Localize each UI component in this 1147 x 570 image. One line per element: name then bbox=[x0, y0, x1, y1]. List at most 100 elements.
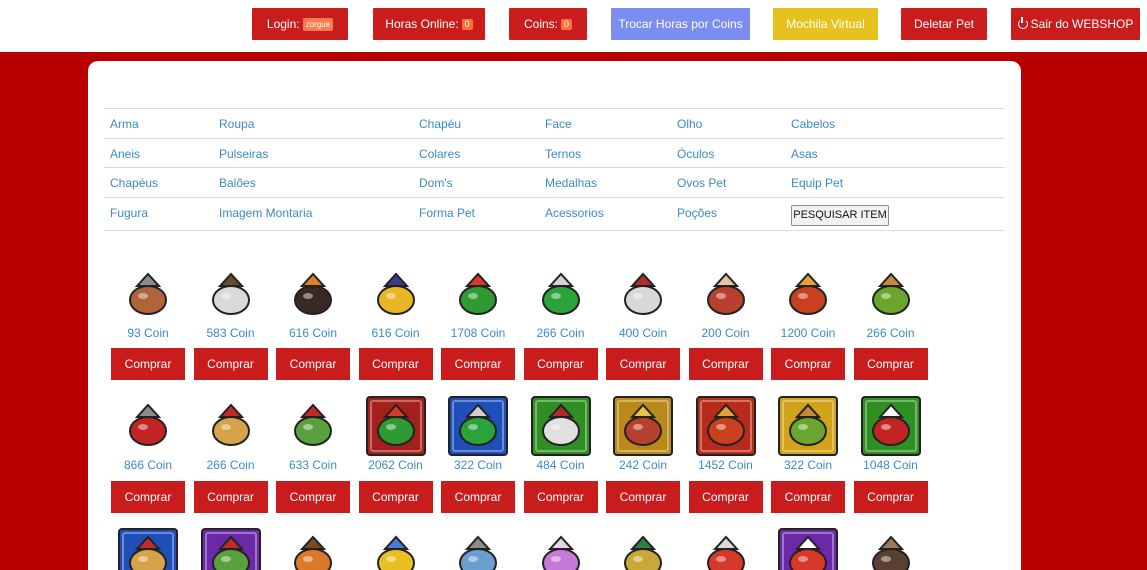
drum-framed-icon[interactable] bbox=[117, 527, 179, 570]
green-tv-icon[interactable] bbox=[282, 395, 344, 457]
pipe-icon[interactable] bbox=[695, 264, 757, 326]
item-price: 242 Coin bbox=[618, 458, 668, 472]
category-link[interactable]: Poções bbox=[677, 206, 717, 220]
bow-icon[interactable] bbox=[200, 264, 262, 326]
virtual-backpack-button[interactable]: Mochila Virtual bbox=[773, 8, 878, 40]
category-link[interactable]: Balões bbox=[219, 176, 256, 190]
category-link[interactable]: Dom's bbox=[419, 176, 453, 190]
category-link[interactable]: Equip Pet bbox=[791, 176, 843, 190]
shuriken-icon[interactable] bbox=[612, 264, 674, 326]
buy-button[interactable]: Comprar bbox=[193, 348, 268, 380]
item-price: 583 Coin bbox=[206, 326, 255, 340]
crystal-shard-icon[interactable] bbox=[530, 527, 592, 570]
sock-framed-icon[interactable] bbox=[447, 395, 509, 457]
category-link[interactable]: Roupa bbox=[219, 117, 254, 131]
category-link[interactable]: Imagem Montaria bbox=[219, 206, 312, 220]
fruit-basket-framed-icon[interactable] bbox=[695, 395, 757, 457]
golden-gun-icon[interactable] bbox=[365, 264, 427, 326]
category-link[interactable]: Fugura bbox=[110, 206, 148, 220]
category-link[interactable]: Colares bbox=[419, 147, 460, 161]
green-sock-icon[interactable] bbox=[530, 264, 592, 326]
buy-button[interactable]: Comprar bbox=[771, 348, 845, 380]
category-table: Arma Roupa Chapéu Face Olho Cabelos Aneis Pulse… bbox=[104, 108, 1005, 231]
category-link[interactable]: Arma bbox=[110, 117, 139, 131]
power-icon bbox=[1017, 17, 1028, 29]
hammer-axe-icon[interactable] bbox=[117, 264, 179, 326]
buy-button[interactable]: Comprar bbox=[358, 481, 433, 513]
category-row: Arma Roupa Chapéu Face Olho Cabelos bbox=[104, 108, 1005, 138]
buy-button[interactable]: Comprar bbox=[276, 348, 350, 380]
buy-button[interactable]: Comprar bbox=[853, 481, 928, 513]
item-price: 1200 Coin bbox=[780, 326, 836, 340]
golden-spear-icon[interactable] bbox=[612, 527, 674, 570]
virtual-backpack-label: Mochila Virtual bbox=[786, 17, 865, 31]
pipe-framed-icon[interactable] bbox=[612, 395, 674, 457]
buy-button[interactable]: Comprar bbox=[853, 348, 928, 380]
item-price: 1452 Coin bbox=[698, 458, 753, 472]
red-car-framed-icon[interactable] bbox=[777, 527, 839, 570]
item-price: 1048 Coin bbox=[863, 458, 918, 472]
buy-button[interactable]: Comprar bbox=[111, 348, 185, 380]
buy-button[interactable]: Comprar bbox=[523, 348, 598, 380]
category-row: Chapéus Balões Dom's Medalhas Ovos Pet Equip … bbox=[104, 167, 1005, 197]
item-price: 266 Coin bbox=[536, 326, 585, 340]
crystal-mace-icon[interactable] bbox=[447, 527, 509, 570]
golden-staff-icon[interactable] bbox=[365, 527, 427, 570]
category-link[interactable]: Aneis bbox=[110, 147, 140, 161]
category-link[interactable]: Medalhas bbox=[545, 176, 597, 190]
category-link[interactable]: Forma Pet bbox=[419, 206, 475, 220]
coins-button[interactable]: Coins: 0 bbox=[509, 8, 587, 40]
flower-pot-icon[interactable] bbox=[447, 264, 509, 326]
category-link[interactable]: Cabelos bbox=[791, 117, 835, 131]
buy-button[interactable]: Comprar bbox=[111, 481, 185, 513]
buy-button[interactable]: Comprar bbox=[523, 481, 598, 513]
buy-button[interactable]: Comprar bbox=[358, 348, 433, 380]
buy-button[interactable]: Comprar bbox=[193, 481, 268, 513]
buy-button[interactable]: Comprar bbox=[688, 481, 763, 513]
item-price: 616 Coin bbox=[288, 326, 338, 340]
hours-online-button[interactable]: Horas Online: 0 bbox=[373, 8, 485, 40]
logout-button[interactable]: Sair do WEBSHOP bbox=[1011, 8, 1140, 40]
drum-icon[interactable] bbox=[200, 395, 262, 457]
shuriken-framed-icon[interactable] bbox=[530, 395, 592, 457]
category-link[interactable]: Acessorios bbox=[545, 206, 604, 220]
category-link[interactable]: Óculos bbox=[677, 147, 714, 161]
trade-hours-button[interactable]: Trocar Horas por Coins bbox=[611, 8, 750, 40]
buy-button[interactable]: Comprar bbox=[276, 481, 350, 513]
club-icon[interactable] bbox=[860, 527, 922, 570]
buy-button[interactable]: Comprar bbox=[441, 348, 515, 380]
flower-pot-framed-icon[interactable] bbox=[365, 395, 427, 457]
category-link[interactable]: Pulseiras bbox=[219, 147, 268, 161]
item-price: 93 Coin bbox=[127, 326, 169, 340]
fruit-basket-icon[interactable] bbox=[777, 264, 839, 326]
category-link[interactable]: Olho bbox=[677, 117, 702, 131]
category-link[interactable]: Face bbox=[545, 117, 572, 131]
category-link[interactable]: Chapéus bbox=[110, 176, 158, 190]
medkit-icon[interactable] bbox=[117, 395, 179, 457]
buy-button[interactable]: Comprar bbox=[606, 481, 680, 513]
red-car-icon[interactable] bbox=[695, 527, 757, 570]
category-link[interactable]: Asas bbox=[791, 147, 818, 161]
hours-online-label: Horas Online: bbox=[385, 17, 459, 31]
buy-button[interactable]: Comprar bbox=[688, 348, 763, 380]
salad-bowl-framed-icon[interactable] bbox=[777, 395, 839, 457]
item-price: 400 Coin bbox=[618, 326, 668, 340]
buy-button[interactable]: Comprar bbox=[441, 481, 515, 513]
category-link[interactable]: Ternos bbox=[545, 147, 581, 161]
search-item-button[interactable]: PESQUISAR ITEM bbox=[791, 204, 889, 226]
tv-framed-icon[interactable] bbox=[200, 527, 262, 570]
medkit-framed-icon[interactable] bbox=[860, 395, 922, 457]
buy-button[interactable]: Comprar bbox=[771, 481, 845, 513]
delete-pet-button[interactable]: Deletar Pet bbox=[901, 8, 987, 40]
buy-button[interactable]: Comprar bbox=[606, 348, 680, 380]
item-price: 1708 Coin bbox=[450, 326, 506, 340]
category-link[interactable]: Ovos Pet bbox=[677, 176, 726, 190]
login-button[interactable]: Login: zorgue bbox=[252, 8, 348, 40]
item-price: 616 Coin bbox=[371, 326, 420, 340]
boomerang-icon[interactable] bbox=[282, 527, 344, 570]
hours-online-badge: 0 bbox=[461, 18, 473, 30]
rifle-icon[interactable] bbox=[282, 264, 344, 326]
salad-bowl-icon[interactable] bbox=[860, 264, 922, 326]
category-link[interactable]: Chapéu bbox=[419, 117, 461, 131]
top-bar: Login: zorgue Horas Online: 0 Coins: 0 T… bbox=[0, 0, 1147, 52]
